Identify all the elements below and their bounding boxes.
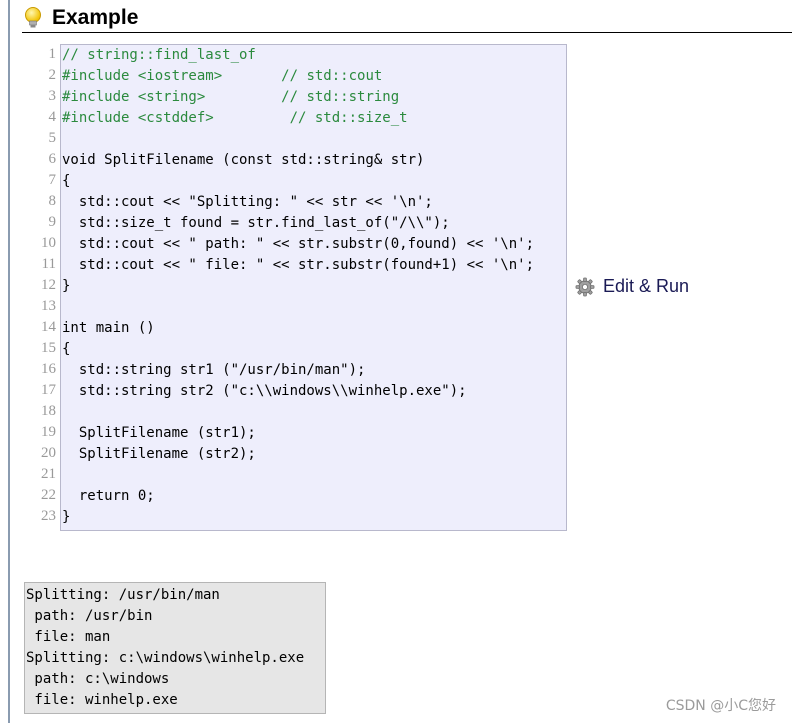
code-line: void SplitFilename (const std::string& s… bbox=[62, 152, 425, 168]
line-number: 4 bbox=[48, 109, 57, 125]
line-number: 2 bbox=[48, 67, 57, 83]
line-number: 21 bbox=[41, 466, 56, 482]
output-line: file: man bbox=[26, 629, 111, 645]
program-output: Splitting: /usr/bin/man path: /usr/bin f… bbox=[24, 582, 326, 714]
line-number: 9 bbox=[48, 214, 57, 230]
code-block: // string::find_last_of#include <iostrea… bbox=[60, 44, 567, 531]
code-line: // string::find_last_of bbox=[62, 47, 256, 63]
line-number: 11 bbox=[41, 256, 56, 272]
output-line: path: /usr/bin bbox=[26, 608, 153, 624]
code-line: std::cout << " file: " << str.substr(fou… bbox=[62, 257, 535, 273]
line-number: 5 bbox=[48, 130, 57, 146]
watermark: CSDN @小C您好 bbox=[665, 698, 776, 714]
line-number: 7 bbox=[48, 172, 57, 188]
output-line: Splitting: c:\windows\winhelp.exe bbox=[26, 650, 305, 666]
code-line: std::cout << "Splitting: " << str << '\n… bbox=[62, 194, 433, 210]
line-number: 12 bbox=[41, 277, 56, 293]
code-line: std::string str1 ("/usr/bin/man"); bbox=[62, 362, 366, 378]
code-line: #include <string> // std::string bbox=[62, 89, 400, 105]
line-number: 16 bbox=[41, 361, 56, 377]
page-title: Example bbox=[52, 6, 139, 29]
line-number: 13 bbox=[41, 298, 56, 314]
output-line: file: winhelp.exe bbox=[26, 692, 178, 708]
code-line: } bbox=[62, 278, 71, 294]
code-line: #include <cstddef> // std::size_t bbox=[62, 110, 408, 126]
line-number: 23 bbox=[41, 508, 56, 524]
line-number: 20 bbox=[41, 445, 56, 461]
line-number-gutter: 1 2 3 4 5 6 7 8 9 10 11 12 13 14 15 16 17 18 19 20 21 22 23 bbox=[22, 44, 60, 531]
edit-run-label: Edit & Run bbox=[603, 276, 690, 296]
code-line: SplitFilename (str2); bbox=[62, 446, 256, 462]
line-number: 17 bbox=[41, 382, 56, 398]
edit-run-button[interactable]: Edit & Run bbox=[575, 276, 689, 297]
output-line: Splitting: /usr/bin/man bbox=[26, 587, 220, 603]
code-line: #include <iostream> // std::cout bbox=[62, 68, 383, 84]
line-number: 6 bbox=[48, 151, 57, 167]
line-number: 22 bbox=[41, 487, 56, 503]
line-number: 15 bbox=[41, 340, 56, 356]
line-number: 14 bbox=[41, 319, 56, 335]
line-number: 1 bbox=[48, 46, 57, 62]
line-number: 3 bbox=[48, 88, 57, 104]
output-line: path: c:\windows bbox=[26, 671, 170, 687]
code-line: std::string str2 ("c:\\windows\\winhelp.… bbox=[62, 383, 467, 399]
left-border-rule bbox=[8, 0, 10, 723]
code-line: SplitFilename (str1); bbox=[62, 425, 256, 441]
code-line: } bbox=[62, 509, 71, 525]
code-example: 1 2 3 4 5 6 7 8 9 10 11 12 13 14 15 16 17 18 19 20 21 22 23 //… bbox=[22, 44, 567, 531]
code-line: int main () bbox=[62, 320, 155, 336]
line-number: 18 bbox=[41, 403, 56, 419]
code-line: std::cout << " path: " << str.substr(0,f… bbox=[62, 236, 535, 252]
line-number: 19 bbox=[41, 424, 56, 440]
code-line: return 0; bbox=[62, 488, 155, 504]
lightbulb-icon bbox=[22, 6, 44, 30]
code-line: std::size_t found = str.find_last_of("/\… bbox=[62, 215, 450, 231]
section-heading: Example bbox=[22, 4, 792, 33]
gear-icon bbox=[575, 277, 595, 297]
code-line: { bbox=[62, 173, 71, 189]
line-number: 10 bbox=[41, 235, 56, 251]
code-line: { bbox=[62, 341, 71, 357]
line-number: 8 bbox=[48, 193, 57, 209]
